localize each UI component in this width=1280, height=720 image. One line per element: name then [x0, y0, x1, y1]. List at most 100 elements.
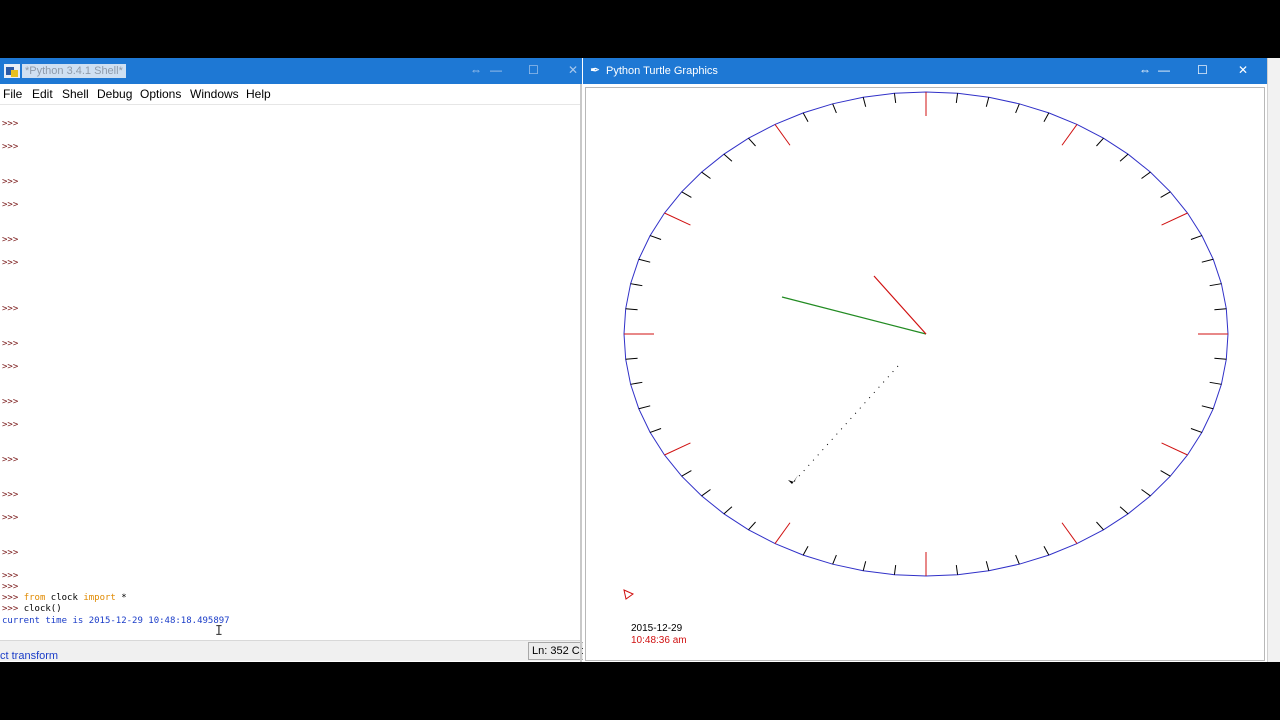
minimize-button[interactable]: —	[490, 62, 502, 78]
turtle-window-title: Python Turtle Graphics	[606, 65, 718, 77]
minute-tick	[1190, 235, 1203, 240]
minute-tick	[862, 97, 867, 107]
minute-tick	[1119, 153, 1129, 162]
minute-tick	[1141, 489, 1151, 497]
minute-tick	[955, 93, 959, 103]
close-button[interactable]: ✕	[1238, 62, 1248, 78]
minute-tick	[893, 565, 897, 575]
minute-tick	[638, 405, 651, 410]
desktop: *Python 3.4.1 Shell* ⇔ — ☐ ✕ File Edit S…	[0, 58, 1280, 662]
maximize-button[interactable]: ☐	[1197, 62, 1208, 78]
clock-face	[623, 91, 1229, 600]
minute-tick	[1160, 470, 1171, 477]
hour-tick	[1161, 212, 1188, 226]
minute-tick	[681, 470, 692, 477]
menu-help[interactable]: Help	[246, 87, 271, 101]
minute-tick	[1119, 506, 1129, 515]
hour-tick	[1161, 442, 1188, 456]
turtle-graphics-window: ✒ Python Turtle Graphics ⇔ — ☐ ✕ 2015-12…	[583, 58, 1267, 662]
hour-tick	[774, 522, 791, 544]
minute-tick	[985, 561, 990, 571]
shell-prompt: >>>	[2, 258, 19, 268]
minute-tick	[1015, 554, 1020, 565]
minute-tick	[625, 308, 638, 311]
import-star: *	[121, 593, 127, 603]
menu-file[interactable]: File	[3, 87, 22, 101]
minute-tick	[1015, 103, 1020, 114]
menu-edit[interactable]: Edit	[32, 87, 53, 101]
shell-titlebar[interactable]: *Python 3.4.1 Shell* ⇔ — ☐ ✕	[0, 58, 582, 84]
shell-text-area[interactable]: >>> >>> >>> >>> >>> >>> >>> >>> >>> >>> …	[0, 105, 580, 653]
minute-tick	[1209, 381, 1222, 385]
keyword-import: import	[83, 593, 116, 603]
hour-hand	[873, 275, 927, 335]
shell-menubar: File Edit Shell Debug Options Windows He…	[0, 84, 582, 105]
second-hand	[791, 365, 899, 485]
shell-prompt: >>>	[2, 235, 19, 245]
minute-tick	[649, 235, 662, 240]
shell-prompt: >>>	[2, 177, 19, 187]
minute-tick	[748, 521, 756, 531]
resize-arrows-icon: ⇔	[1139, 63, 1151, 77]
import-statement: >>> from clock import *	[2, 593, 127, 604]
menu-debug[interactable]: Debug	[97, 87, 132, 101]
minute-tick	[630, 381, 643, 385]
hour-tick	[1061, 124, 1078, 146]
minute-tick	[723, 153, 733, 162]
minute-tick	[638, 258, 651, 263]
menu-shell[interactable]: Shell	[62, 87, 89, 101]
shell-prompt: >>>	[2, 593, 19, 603]
minute-tick	[1096, 137, 1104, 147]
clock-call: clock()	[23, 604, 62, 614]
red-turtle-icon	[623, 589, 635, 600]
shell-prompt: >>>	[2, 119, 19, 129]
minute-tick	[748, 137, 756, 147]
resize-arrows-icon: ⇔	[470, 63, 482, 77]
minute-tick	[1160, 191, 1171, 198]
shell-prompt: >>>	[2, 200, 19, 210]
module-name: clock	[50, 593, 78, 603]
minute-tick	[1214, 357, 1227, 360]
shell-prompt: >>>	[2, 142, 19, 152]
shell-prompt: >>>	[2, 604, 19, 614]
shell-prompt: >>>	[2, 513, 19, 523]
turtle-canvas[interactable]: 2015-12-29 10:48:36 am	[585, 87, 1265, 661]
shell-statusbar: Ln: 352 Co	[0, 640, 584, 661]
minute-hand	[781, 296, 927, 335]
turtle-titlebar[interactable]: ✒ Python Turtle Graphics ⇔ — ☐ ✕	[583, 58, 1267, 84]
minute-tick	[985, 97, 990, 107]
shell-prompt: >>>	[2, 420, 19, 430]
minute-tick	[1201, 258, 1214, 263]
date-text: 2015-12-29	[631, 623, 683, 634]
minimize-button[interactable]: —	[1158, 62, 1170, 78]
minute-tick	[1201, 405, 1214, 410]
background-window-edge	[1267, 58, 1280, 662]
menu-windows[interactable]: Windows	[190, 87, 239, 101]
output-line: current time is 2015-12-29 10:48:18.4958…	[2, 616, 230, 626]
minute-tick	[1096, 521, 1104, 531]
minute-tick	[802, 112, 809, 122]
shell-prompt: >>>	[2, 490, 19, 500]
minute-tick	[625, 357, 638, 360]
close-button[interactable]: ✕	[568, 62, 578, 78]
shell-prompt: >>>	[2, 571, 19, 581]
minute-tick	[630, 283, 643, 287]
menu-options[interactable]: Options	[140, 87, 181, 101]
shell-prompt: >>>	[2, 455, 19, 465]
maximize-button[interactable]: ☐	[528, 62, 539, 78]
minute-tick	[832, 103, 837, 114]
background-window-text: ct transform	[0, 650, 59, 662]
shell-window-title: *Python 3.4.1 Shell*	[22, 64, 126, 78]
hour-tick	[664, 212, 691, 226]
minute-tick	[1190, 428, 1203, 433]
hour-tick	[664, 442, 691, 456]
minute-tick	[701, 171, 711, 179]
minute-tick	[1209, 283, 1222, 287]
minute-tick	[955, 565, 959, 575]
minute-tick	[802, 546, 809, 556]
text-cursor-icon: I	[215, 624, 223, 639]
minute-tick	[723, 506, 733, 515]
minute-tick	[649, 428, 662, 433]
window-border	[580, 84, 582, 662]
shell-prompt: >>>	[2, 548, 19, 558]
